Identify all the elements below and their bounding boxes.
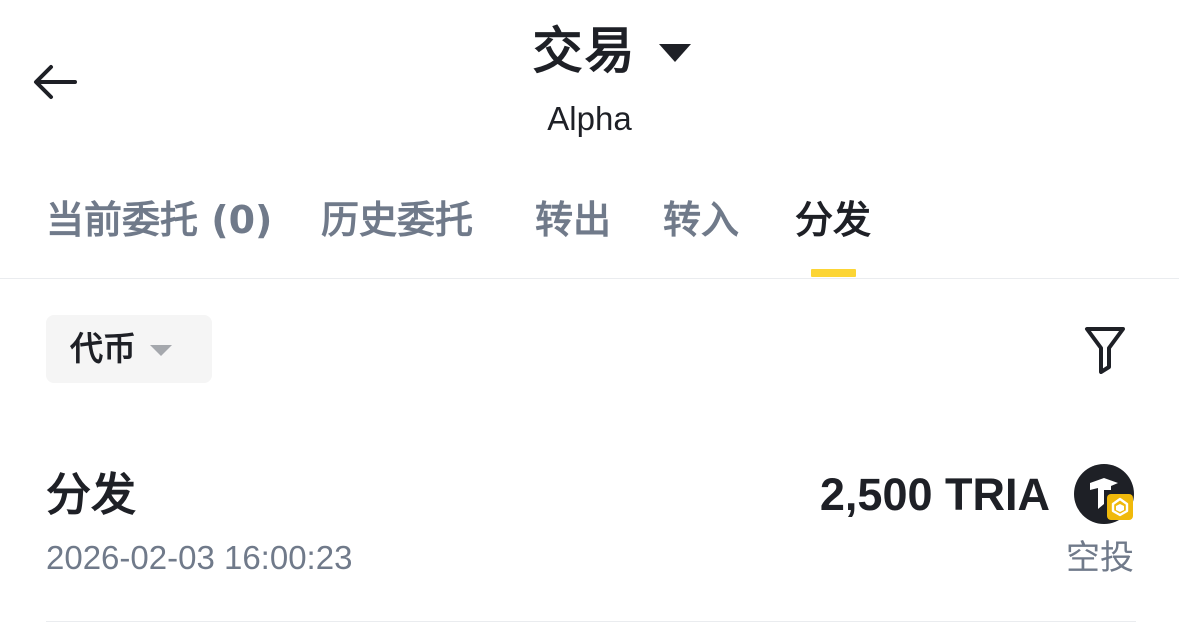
tab-transfer-in[interactable]: 转入 (663, 190, 739, 250)
distribution-record[interactable]: 分发 2026-02-03 16:00:23 2,500 TRIA 空投 (46, 455, 1136, 622)
page-title: 交易 (532, 22, 637, 80)
filter-icon (1085, 327, 1125, 374)
record-amount: 2,500 TRIA (819, 469, 1050, 520)
filter-button[interactable] (1078, 320, 1132, 378)
market-switcher[interactable]: 交易 (533, 18, 691, 84)
tab-open-orders[interactable]: 当前委托 (0) (46, 190, 272, 250)
record-type: 分发 (46, 468, 137, 521)
caret-down-icon (658, 44, 691, 62)
caret-down-icon (150, 345, 172, 356)
record-status: 空投 (1066, 538, 1134, 578)
page-subtitle: Alpha (547, 100, 632, 137)
tab-distribution[interactable]: 分发 (795, 190, 871, 250)
bnb-chain-badge-icon (1107, 494, 1133, 520)
token-logo (1074, 464, 1134, 524)
tab-order-history[interactable]: 历史委托 (321, 190, 473, 250)
token-filter-label: 代币 (70, 329, 136, 368)
active-tab-indicator (811, 269, 856, 277)
token-filter-dropdown[interactable]: 代币 (46, 315, 212, 383)
order-tabs: 当前委托 (0) 历史委托 转出 转入 分发 (0, 190, 1179, 279)
app-header: 交易 Alpha (0, 0, 1179, 160)
tab-transfer-out[interactable]: 转出 (535, 190, 611, 250)
record-time: 2026-02-03 16:00:23 (46, 539, 353, 576)
page-title-area: 交易 (0, 18, 1179, 84)
